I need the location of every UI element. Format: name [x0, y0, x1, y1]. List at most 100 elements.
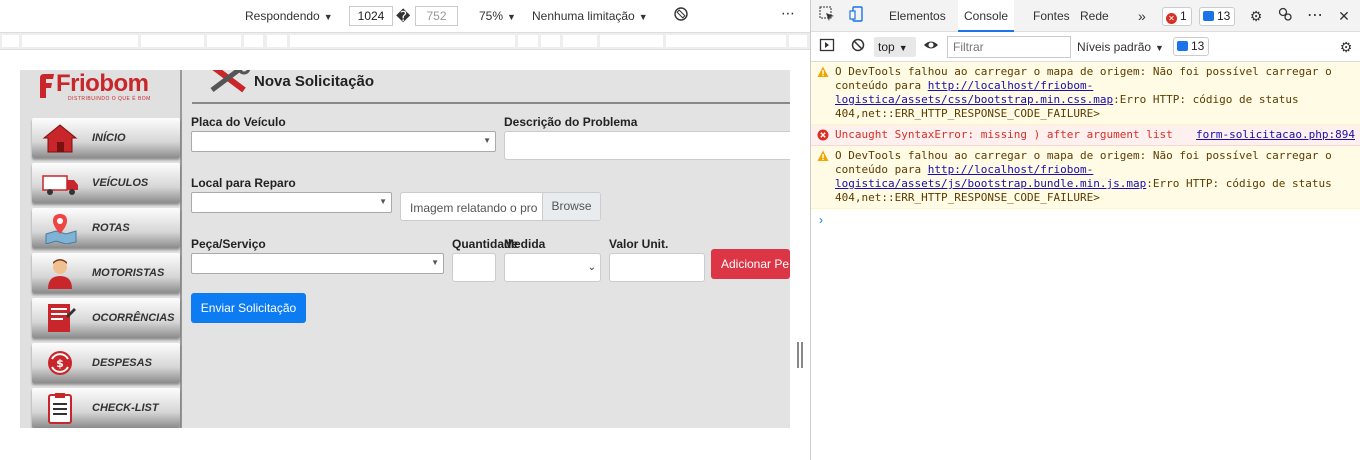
quantidade-input[interactable] [452, 253, 496, 282]
chevron-down-icon: ▼ [1155, 43, 1164, 53]
menu-item-label: CHECK-LIST [92, 402, 159, 414]
clipboard-icon [48, 393, 72, 424]
map-pin-icon [45, 214, 77, 244]
zoom-select[interactable]: 75% ▼ [479, 9, 516, 23]
menu-item-rotas[interactable]: ROTAS [32, 208, 180, 248]
svg-text:$: $ [56, 357, 64, 370]
error-count-badge[interactable]: ✕ 1 [1162, 7, 1192, 26]
valor-input[interactable] [609, 253, 705, 282]
sidebar-toggle-icon[interactable] [817, 37, 837, 57]
menu-item-inicio[interactable]: INÍCIO [32, 118, 180, 158]
logo-tagline: DISTRIBUINDO O QUE É BOM [68, 96, 151, 102]
chevron-down-icon: ⌄ [587, 262, 596, 273]
warning-icon [817, 66, 829, 77]
valor-label: Valor Unit. [609, 237, 669, 251]
more-options-icon[interactable]: ⋯ [1305, 6, 1325, 26]
page-bottom-area [0, 428, 810, 460]
placa-select[interactable]: ▼ [191, 131, 496, 152]
clear-console-icon[interactable] [848, 37, 868, 57]
logo-text: Friobom [56, 70, 149, 97]
submit-button[interactable]: Enviar Solicitação [191, 293, 306, 323]
menu-item-checklist[interactable]: CHECK-LIST [32, 388, 180, 428]
medida-label: Medida [504, 237, 546, 251]
logo-f-icon [40, 74, 54, 98]
device-select[interactable]: Respondendo ▼ [245, 9, 333, 23]
message-count-badge[interactable]: 13 [1199, 7, 1236, 26]
levels-count: 13 [1191, 39, 1205, 53]
context-select[interactable]: top ▼ [874, 37, 916, 57]
filter-input[interactable]: Filtrar [947, 36, 1071, 58]
tab-network[interactable]: Rede [1074, 0, 1115, 32]
device-emulation-pane: Respondendo ▼ 1024 � 752 75% ▼ Nenhuma lim… [0, 0, 810, 460]
resize-handle[interactable] [797, 342, 803, 368]
prompt-chevron-icon: › [819, 213, 823, 227]
levels-count-badge[interactable]: 13 [1173, 37, 1210, 56]
throttle-label: Nenhuma limitação [532, 9, 635, 23]
source-location-link[interactable]: form-solicitacao.php:894 [1196, 128, 1355, 142]
chevron-down-icon: ▼ [638, 12, 648, 22]
local-select[interactable]: ▼ [191, 192, 392, 213]
error-icon [817, 129, 829, 141]
menu-item-despesas[interactable]: $ DESPESAS [32, 343, 180, 383]
eye-icon[interactable] [921, 37, 941, 57]
dimension-separator: � [396, 8, 411, 24]
inspect-icon[interactable] [817, 6, 837, 26]
chevron-down-icon: ▼ [323, 12, 333, 22]
browse-button[interactable]: Browse [542, 193, 600, 220]
settings-gear-icon[interactable]: ⚙ [1246, 6, 1266, 26]
local-label: Local para Reparo [191, 176, 296, 190]
more-tabs-button[interactable]: » [1132, 0, 1152, 32]
console-prompt[interactable]: › [811, 209, 1360, 231]
main-content: Nova Solicitação Placa do Veículo ▼ Desc… [184, 70, 790, 428]
page-title: Nova Solicitação [254, 73, 375, 90]
console-error: Uncaught SyntaxError: missing ) after ar… [811, 125, 1360, 146]
width-input[interactable]: 1024 [349, 6, 393, 26]
message-count: 13 [1217, 9, 1231, 23]
console-messages: O DevTools falhou ao carregar o mapa de … [811, 62, 1360, 231]
message-icon [1177, 41, 1188, 51]
console-warning: O DevTools falhou ao carregar o mapa de … [811, 62, 1360, 125]
console-warning: O DevTools falhou ao carregar o mapa de … [811, 146, 1360, 209]
page-header: Nova Solicitação [192, 70, 790, 104]
menu-item-label: VEÍCULOS [92, 177, 149, 189]
devtools-tabbar: Elementos Console Fontes Rede » ✕ 1 13 ⚙ … [811, 0, 1360, 32]
menu-item-ocorrencias[interactable]: OCORRÊNCIAS [32, 298, 180, 338]
add-item-button[interactable]: Adicionar Pe [711, 249, 790, 279]
placa-label: Placa do Veículo [191, 115, 286, 129]
customize-icon[interactable] [1275, 6, 1295, 26]
close-icon[interactable]: ✕ [1334, 6, 1354, 26]
levels-select[interactable]: Níveis padrão ▼ [1077, 40, 1164, 54]
tab-elements[interactable]: Elementos [883, 0, 952, 32]
medida-select[interactable]: ⌄ [504, 253, 601, 282]
menu-item-motoristas[interactable]: MOTORISTAS [32, 253, 180, 293]
menu-item-label: INÍCIO [92, 132, 126, 144]
console-settings-gear-icon[interactable]: ⚙ [1336, 37, 1356, 57]
tools-icon [210, 70, 250, 93]
throttle-select[interactable]: Nenhuma limitação ▼ [532, 9, 648, 23]
levels-label: Níveis padrão [1077, 40, 1152, 54]
image-file-input[interactable]: Imagem relatando o pro Browse [400, 192, 601, 221]
descricao-input[interactable] [504, 131, 790, 160]
menu-item-label: DESPESAS [92, 357, 152, 369]
more-options-icon[interactable]: ⋯ [781, 5, 796, 22]
tab-console[interactable]: Console [958, 0, 1015, 32]
device-toggle-icon[interactable] [847, 6, 867, 26]
zoom-label: 75% [479, 9, 504, 23]
logo: Friobom DISTRIBUINDO O QUE É BOM [38, 70, 178, 106]
menu-item-label: OCORRÊNCIAS [92, 312, 175, 324]
peca-select[interactable]: ▼ [191, 253, 444, 274]
error-icon: ✕ [1166, 13, 1177, 24]
rotate-icon[interactable] [673, 6, 689, 25]
descricao-label: Descrição do Problema [504, 115, 638, 129]
device-select-label: Respondendo [245, 9, 320, 23]
chevron-down-icon: ▼ [379, 197, 387, 206]
chevron-down-icon: ▼ [483, 136, 491, 145]
menu-item-label: MOTORISTAS [92, 267, 165, 279]
report-icon [48, 304, 76, 332]
menu-item-veiculos[interactable]: VEÍCULOS [32, 163, 180, 203]
context-label: top [878, 40, 895, 54]
message-text: Uncaught SyntaxError: missing ) after ar… [835, 128, 1173, 141]
console-toolbar: top ▼ Filtrar Níveis padrão ▼ 13 ⚙ [811, 32, 1360, 62]
height-input[interactable]: 752 [415, 6, 458, 26]
tab-sources[interactable]: Fontes [1027, 0, 1076, 32]
